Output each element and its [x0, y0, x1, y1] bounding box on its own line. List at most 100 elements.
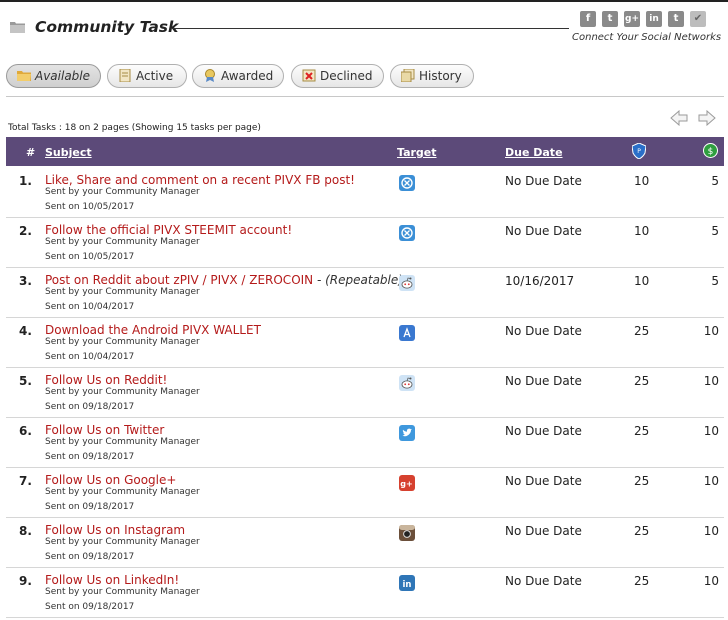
sent-on: Sent on 10/05/2017 [45, 252, 135, 262]
title-divider [172, 28, 569, 29]
task-subject-text: Like, Share and comment on a recent PIVX… [45, 173, 355, 187]
app-store-icon[interactable] [399, 325, 415, 341]
svg-text:P: P [637, 148, 641, 155]
task-subject-link[interactable]: Follow Us on Reddit! [45, 373, 167, 387]
sent-by: Sent by your Community Manager [45, 187, 200, 197]
award-icon [205, 69, 215, 82]
tab-available[interactable]: Available [6, 64, 101, 88]
task-reward: 10 [703, 524, 719, 538]
task-points: 25 [634, 474, 650, 488]
task-number: 5. [19, 374, 32, 388]
sent-by: Sent by your Community Manager [45, 237, 200, 247]
tab-label: Active [136, 69, 174, 83]
task-reward: 10 [703, 374, 719, 388]
sent-on: Sent on 09/18/2017 [45, 502, 135, 512]
task-reward: 10 [703, 474, 719, 488]
twitter-icon[interactable] [399, 425, 415, 441]
sent-by: Sent by your Community Manager [45, 287, 200, 297]
task-subject-text: Follow Us on LinkedIn! [45, 573, 180, 587]
reddit-icon[interactable] [399, 275, 415, 291]
task-points: 25 [634, 424, 650, 438]
table-row: 7. Follow Us on Google+ Sent by your Commu… [6, 467, 724, 518]
task-number: 8. [19, 524, 32, 538]
task-subject-link[interactable]: Follow Us on Twitter [45, 423, 164, 437]
pivx-icon[interactable] [399, 175, 415, 191]
due-date: No Due Date [505, 524, 582, 538]
sent-by: Sent by your Community Manager [45, 387, 200, 397]
history-icon [401, 69, 415, 82]
sent-by: Sent by your Community Manager [45, 587, 200, 597]
due-date: No Due Date [505, 324, 582, 338]
linkedin-icon[interactable]: in [399, 575, 415, 591]
twitter-icon[interactable]: t [602, 11, 618, 27]
task-summary: Total Tasks : 18 on 2 pages (Showing 15 … [8, 123, 261, 133]
task-points: 25 [634, 374, 650, 388]
repeatable-label: - (Repeatable) [313, 273, 403, 287]
check-icon[interactable]: ✔ [690, 11, 706, 27]
task-points: 25 [634, 574, 650, 588]
google-plus-icon[interactable]: g+ [399, 475, 415, 491]
pivx-icon[interactable] [399, 225, 415, 241]
instagram-icon[interactable] [399, 525, 415, 541]
task-subject-link[interactable]: Post on Reddit about zPIV / PIVX / ZEROC… [45, 273, 403, 287]
task-subject-link[interactable]: Follow Us on Instagram [45, 523, 185, 537]
task-number: 7. [19, 474, 32, 488]
google-plus-icon[interactable]: g+ [624, 11, 640, 27]
next-page-arrow-icon[interactable] [698, 110, 716, 126]
sent-on: Sent on 10/05/2017 [45, 202, 135, 212]
table-row: 6. Follow Us on Twitter Sent by your Commu… [6, 417, 724, 468]
task-number: 3. [19, 274, 32, 288]
points-shield-icon: P [632, 143, 646, 159]
task-reward: 10 [703, 574, 719, 588]
tab-history[interactable]: History [390, 64, 474, 88]
sent-on: Sent on 10/04/2017 [45, 302, 135, 312]
tab-label: Declined [320, 69, 373, 83]
table-row: 3. Post on Reddit about zPIV / PIVX / ZER… [6, 267, 724, 318]
column-due-date[interactable]: Due Date [505, 146, 563, 159]
task-subject-link[interactable]: Like, Share and comment on a recent PIVX… [45, 173, 355, 187]
sent-by: Sent by your Community Manager [45, 437, 200, 447]
sent-on: Sent on 09/18/2017 [45, 552, 135, 562]
task-subject-text: Follow Us on Twitter [45, 423, 165, 437]
social-caption: Connect Your Social Networks [572, 32, 722, 43]
sent-on: Sent on 09/18/2017 [45, 452, 135, 462]
tumblr-icon[interactable]: t [668, 11, 684, 27]
task-subject-link[interactable]: Download the Android PIVX WALLET [45, 323, 261, 337]
reddit-icon[interactable] [399, 375, 415, 391]
tab-active[interactable]: Active [107, 64, 187, 88]
facebook-icon[interactable]: f [580, 11, 596, 27]
task-points: 10 [634, 274, 650, 288]
sent-by: Sent by your Community Manager [45, 337, 200, 347]
tab-label: Awarded [221, 69, 274, 83]
task-points: 10 [634, 224, 650, 238]
svg-text:$: $ [708, 147, 714, 157]
tab-label: History [419, 69, 462, 83]
task-points: 25 [634, 324, 650, 338]
linkedin-icon[interactable]: in [646, 11, 662, 27]
task-subject-link[interactable]: Follow Us on LinkedIn! [45, 573, 179, 587]
column-target[interactable]: Target [397, 146, 437, 159]
due-date: No Due Date [505, 574, 582, 588]
due-date: No Due Date [505, 424, 582, 438]
task-tabs: Available Active Awarded Declined Histor… [6, 64, 726, 88]
tab-declined[interactable]: Declined [291, 64, 384, 88]
column-subject[interactable]: Subject [45, 146, 92, 159]
sent-by: Sent by your Community Manager [45, 537, 200, 547]
task-subject-link[interactable]: Follow Us on Google+ [45, 473, 176, 487]
previous-page-arrow-icon[interactable] [670, 110, 688, 126]
folder-icon [17, 71, 31, 81]
due-date: 10/16/2017 [505, 274, 575, 288]
tab-awarded[interactable]: Awarded [192, 64, 284, 88]
task-number: 1. [19, 174, 32, 188]
sent-on: Sent on 09/18/2017 [45, 402, 135, 412]
declined-icon [302, 69, 316, 82]
task-subject-text: Post on Reddit about zPIV / PIVX / ZEROC… [45, 273, 314, 287]
table-row: 2. Follow the official PIVX STEEMIT accou… [6, 217, 724, 268]
task-subject-text: Follow Us on Google+ [45, 473, 177, 487]
task-subject-text: Follow Us on Instagram [45, 523, 186, 537]
task-subject-text: Follow Us on Reddit! [45, 373, 168, 387]
task-subject-text: Follow the official PIVX STEEMIT account… [45, 223, 293, 237]
table-row: 4. Download the Android PIVX WALLET Sent b… [6, 317, 724, 368]
task-subject-link[interactable]: Follow the official PIVX STEEMIT account… [45, 223, 292, 237]
task-reward: 5 [711, 174, 719, 188]
